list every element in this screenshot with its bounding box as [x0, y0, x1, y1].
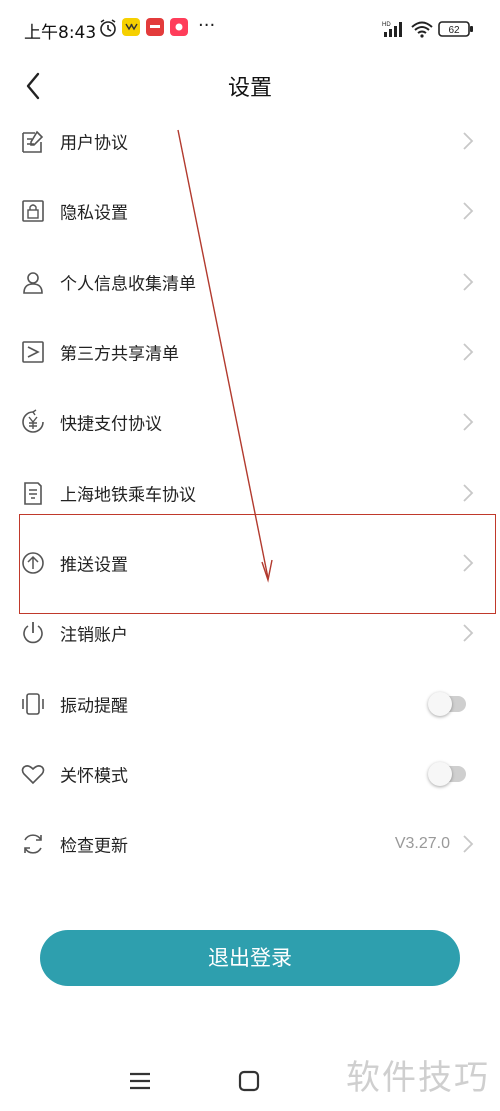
menu-item-label: 振动提醒 — [60, 696, 128, 717]
menu-item-check-update[interactable]: 检查更新 V3.27.0 — [0, 809, 500, 879]
share-icon — [22, 341, 44, 363]
signal-icon: HD — [382, 22, 402, 37]
vibration-toggle[interactable] — [428, 691, 466, 716]
chevron-right-icon — [463, 483, 474, 502]
battery-icon: 62 — [438, 21, 473, 37]
chevron-right-icon — [463, 343, 474, 361]
chevron-right-icon — [463, 554, 474, 572]
menu-item-push-settings[interactable]: 推送设置 — [0, 528, 500, 598]
person-icon — [23, 271, 43, 294]
vibrate-icon — [22, 692, 44, 715]
menu-item-label: 第三方共享清单 — [60, 344, 179, 365]
menu-item-label: 推送设置 — [60, 555, 128, 576]
chevron-right-icon — [463, 624, 474, 642]
app-notification-red-icon — [146, 18, 164, 36]
home-icon[interactable] — [238, 1070, 260, 1092]
chevron-right-icon — [463, 835, 474, 853]
more-notifications-icon: ··· — [198, 15, 216, 36]
menu-item-vibration-reminder: 振动提醒 — [0, 668, 500, 738]
status-time: 上午8:43 — [24, 23, 97, 43]
menu-item-label: 关怀模式 — [60, 766, 128, 787]
version-text: V3.27.0 — [394, 835, 450, 853]
watermark-text: 软件技巧 — [346, 1058, 490, 1098]
logout-button[interactable]: 退出登录 — [40, 930, 460, 986]
app-notification-pink-icon — [170, 18, 188, 36]
menu-item-privacy-settings[interactable]: 隐私设置 — [0, 176, 500, 246]
menu-item-delete-account[interactable]: 注销账户 — [0, 598, 500, 668]
menu-item-personal-info-list[interactable]: 个人信息收集清单 — [0, 247, 500, 317]
yuan-payment-icon — [22, 409, 44, 434]
document-edit-icon — [22, 130, 44, 153]
push-icon — [22, 552, 44, 574]
menu-item-label: 检查更新 — [60, 836, 128, 857]
wifi-icon — [411, 21, 433, 38]
svg-text:HD: HD — [382, 22, 391, 28]
metro-card-icon — [24, 481, 42, 505]
menu-item-third-party-sharing[interactable]: 第三方共享清单 — [0, 317, 500, 387]
menu-item-shanghai-metro-agreement[interactable]: 上海地铁乘车协议 — [0, 457, 500, 527]
menu-item-label: 用户协议 — [60, 133, 128, 154]
page-title: 设置 — [227, 76, 272, 101]
status-bar: 上午8:43 ··· HD 62 — [0, 0, 500, 60]
settings-list: 用户协议 隐私设置 个人信息收集清单 第三方共享清单 快捷支付协议 上海地铁乘车… — [0, 106, 500, 879]
app-notification-yellow-icon — [122, 18, 140, 36]
menu-item-user-agreement[interactable]: 用户协议 — [0, 106, 500, 176]
menu-item-care-mode: 关怀模式 — [0, 739, 500, 809]
svg-text:62: 62 — [448, 25, 460, 36]
refresh-icon — [24, 834, 42, 854]
menu-icon[interactable] — [128, 1070, 152, 1092]
chevron-right-icon — [463, 202, 474, 221]
chevron-right-icon — [463, 132, 474, 150]
power-icon — [23, 622, 43, 644]
menu-item-label: 快捷支付协议 — [60, 414, 162, 435]
chevron-right-icon — [463, 413, 474, 431]
menu-item-label: 个人信息收集清单 — [60, 274, 196, 295]
menu-item-label: 隐私设置 — [60, 203, 128, 224]
menu-item-label: 注销账户 — [60, 625, 128, 646]
lock-icon — [22, 200, 44, 223]
care-mode-toggle[interactable] — [428, 761, 466, 786]
chevron-right-icon — [463, 273, 474, 291]
alarm-icon — [100, 19, 116, 37]
menu-item-quick-payment-agreement[interactable]: 快捷支付协议 — [0, 387, 500, 457]
menu-item-label: 上海地铁乘车协议 — [60, 485, 196, 506]
heart-icon — [21, 764, 45, 784]
